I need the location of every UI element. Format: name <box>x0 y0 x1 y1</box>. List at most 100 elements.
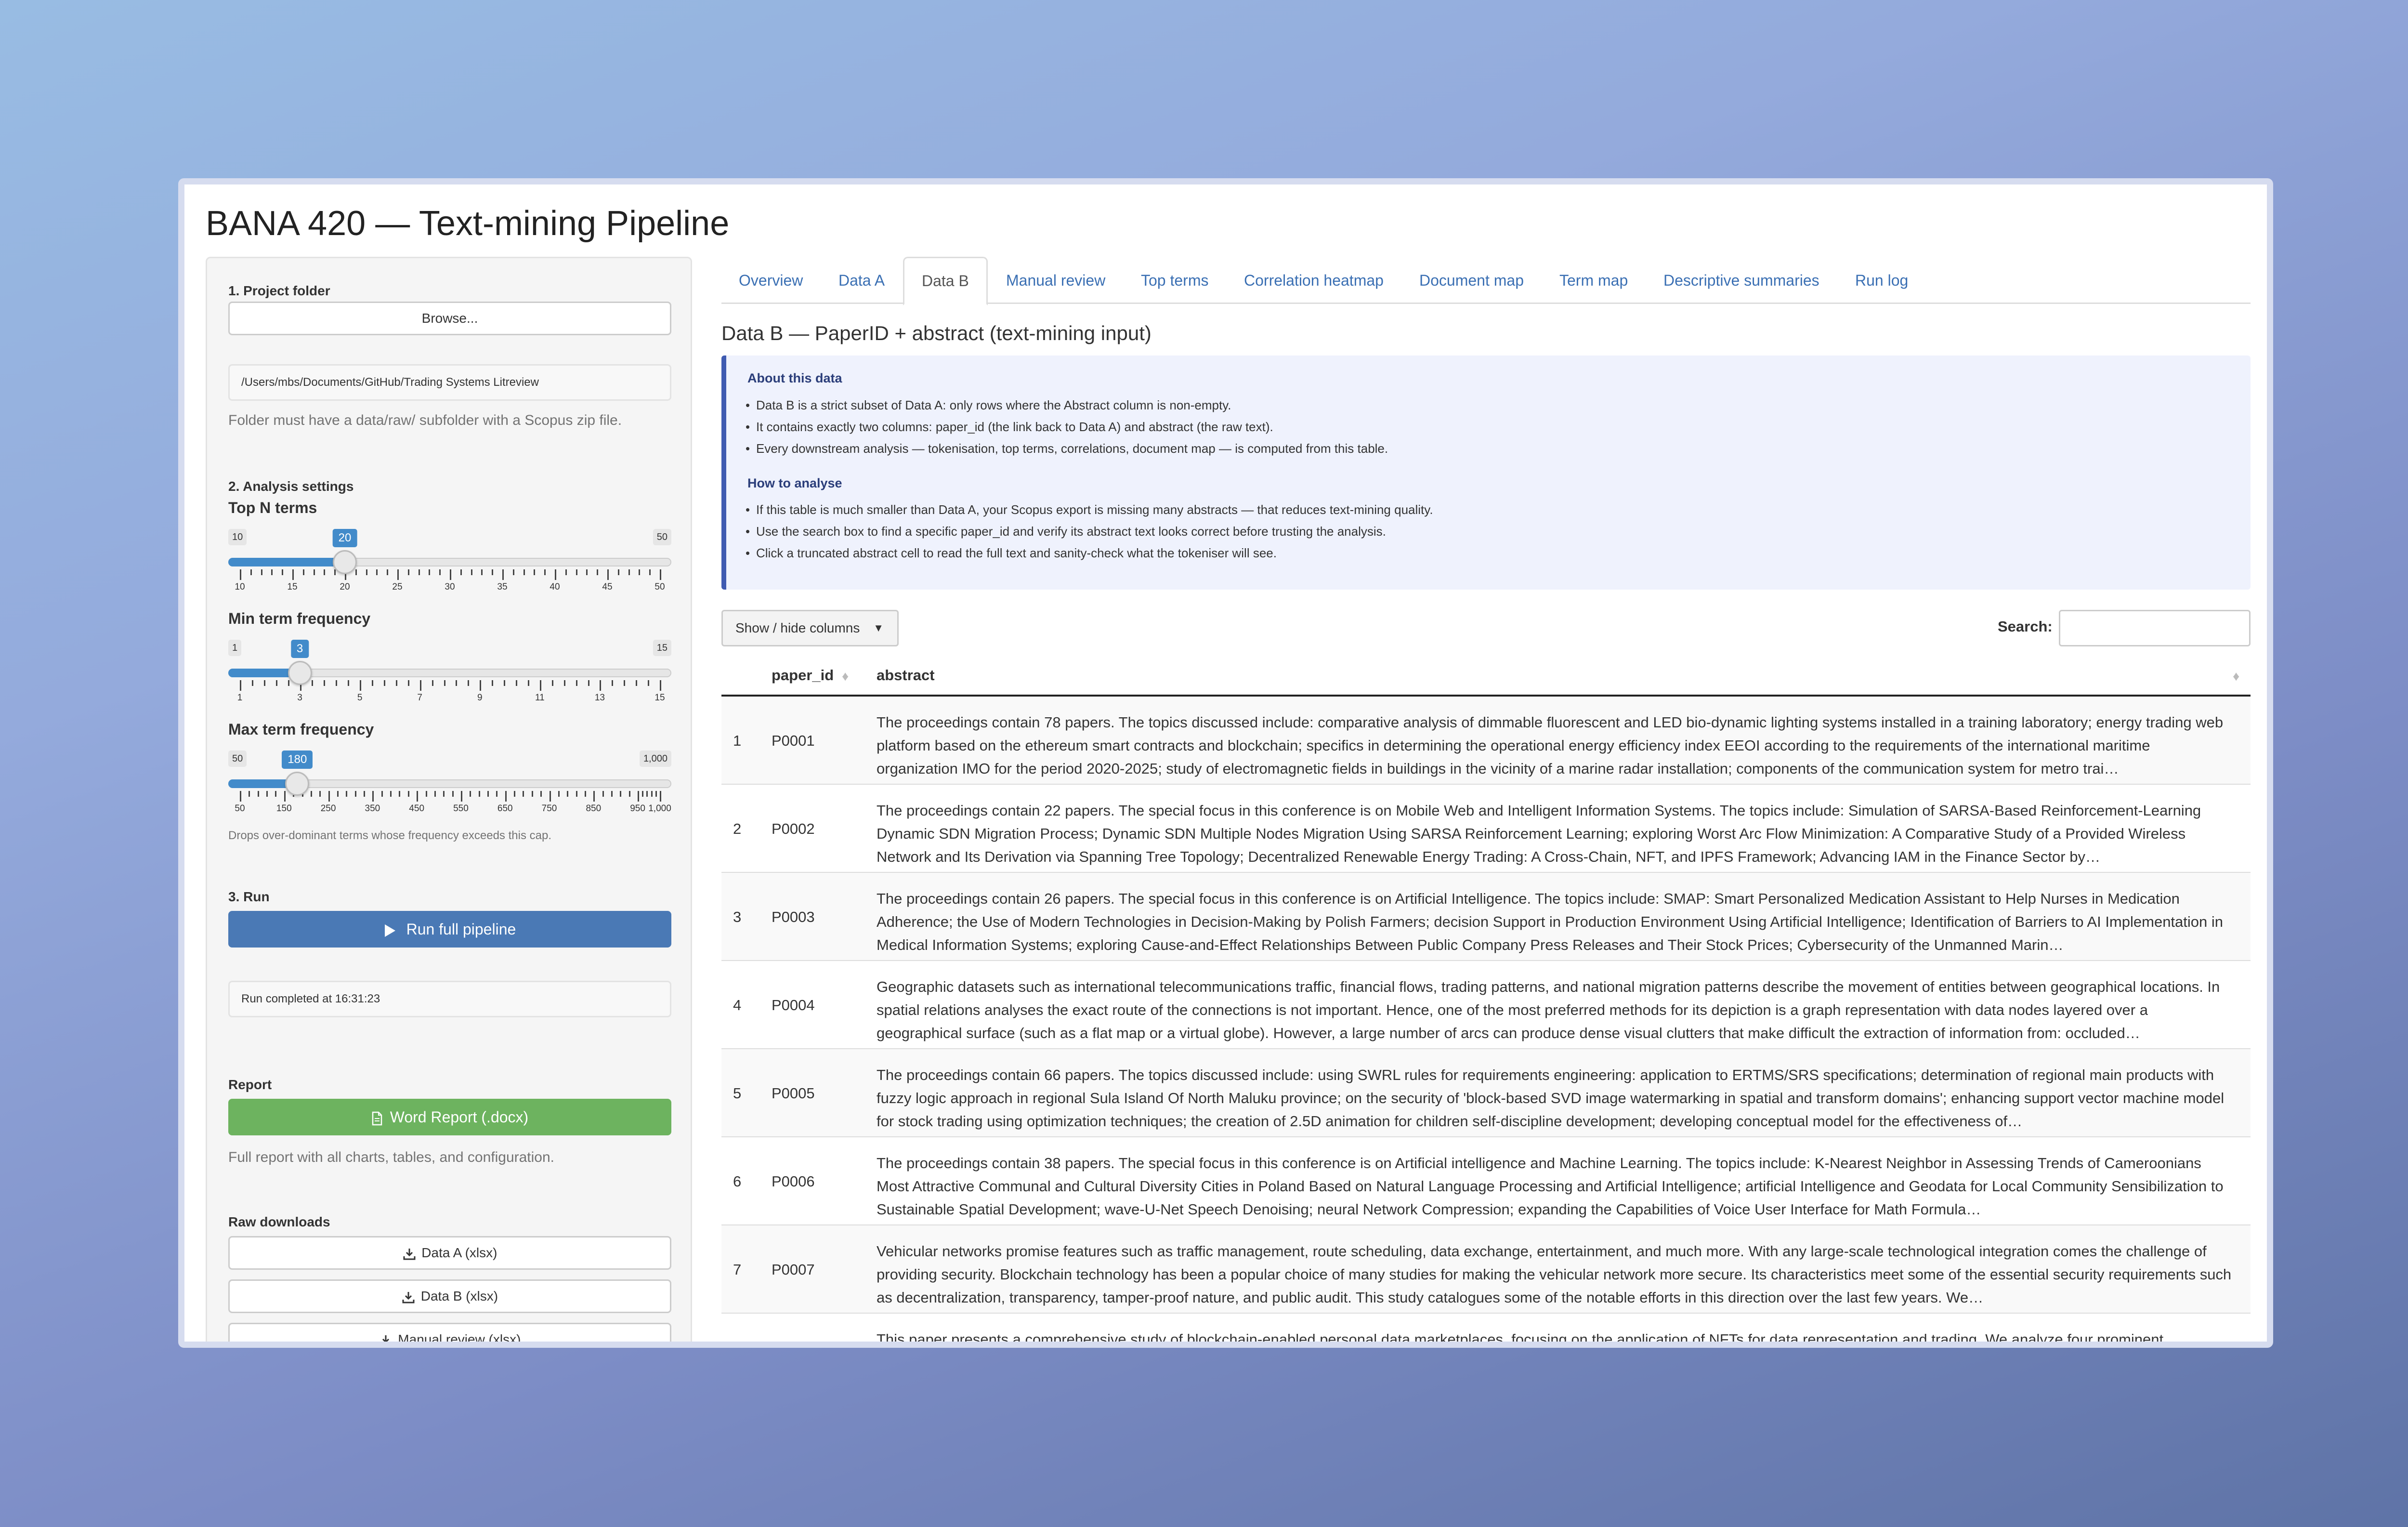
tab-term-map[interactable]: Term map <box>1542 257 1645 304</box>
table-row[interactable]: 5 P0005 The proceedings contain 66 papers.… <box>721 1049 2251 1137</box>
abstract-cell[interactable]: Vehicular networks promise features such… <box>877 1240 2235 1309</box>
data-b-title: Data B — PaperID + abstract (text-mining… <box>721 322 1152 344</box>
slider-minor-tick <box>651 791 653 797</box>
run-pipeline-button[interactable]: Run full pipeline <box>228 911 671 948</box>
slider-minor-tick <box>544 569 546 575</box>
slider-minor-tick <box>567 791 569 797</box>
slider-minor-tick <box>468 680 470 686</box>
column-visibility-label: Show / hide columns <box>735 620 860 635</box>
slider-tick-label: 25 <box>392 582 403 592</box>
slider-minor-tick <box>337 791 339 797</box>
table-row[interactable]: 2 P0002 The proceedings contain 22 papers.… <box>721 785 2251 873</box>
slider-minor-tick <box>470 791 471 797</box>
slider-value-label: 3 <box>290 640 309 658</box>
slider-minor-tick <box>372 680 374 686</box>
slider-tick <box>549 791 551 802</box>
abstract-cell[interactable]: The proceedings contain 78 papers. The t… <box>877 711 2235 780</box>
slider-handle[interactable] <box>288 661 312 685</box>
slider-minor-tick <box>586 569 588 575</box>
table-row[interactable]: 3 P0003 The proceedings contain 26 papers.… <box>721 873 2251 961</box>
slider-tick-label: 11 <box>535 693 545 703</box>
raw-downloads-label: Raw downloads <box>228 1214 330 1229</box>
search-label: Search: <box>1998 618 2053 635</box>
slider-handle[interactable] <box>333 550 357 574</box>
row-number: 7 <box>733 1261 742 1278</box>
slider-minor-tick <box>324 680 326 686</box>
slider-minor-tick <box>576 791 577 797</box>
slider-minor-tick <box>429 569 431 575</box>
slider-minor-tick <box>395 680 397 686</box>
main-panel: Overview Data A Data B Manual review Top ter… <box>721 257 2251 1342</box>
slider-minor-tick <box>563 680 565 686</box>
column-visibility-button[interactable]: Show / hide columns ▼ <box>721 610 899 646</box>
word-report-button[interactable]: Word Report (.docx) <box>228 1099 671 1135</box>
slider-tick <box>372 791 374 802</box>
table-row[interactable]: 7 P0007 Vehicular networks promise feature… <box>721 1225 2251 1314</box>
top-n-slider[interactable]: 10 50 20 10 15 20 25 30 35 40 45 50 <box>228 529 671 592</box>
tab-data-a[interactable]: Data A <box>821 257 902 304</box>
tab-descriptive-summaries[interactable]: Descriptive summaries <box>1646 257 1837 304</box>
tab-correlation-heatmap[interactable]: Correlation heatmap <box>1227 257 1401 304</box>
min-freq-slider[interactable]: 1 15 3 1 3 5 7 9 11 13 15 <box>228 640 671 703</box>
download-manual-review-button[interactable]: Manual review (xlsx) <box>228 1323 671 1342</box>
row-number: 2 <box>733 820 742 837</box>
slider-minor-tick <box>434 791 436 797</box>
max-freq-slider[interactable]: 50 1,000 180 50 150 250 350 450 550 650 750 850 950 1… <box>228 750 671 814</box>
slider-handle[interactable] <box>285 772 310 796</box>
slider-minor-tick <box>432 680 433 686</box>
sort-icon[interactable]: ♦ <box>842 669 849 684</box>
slider-max-label: 15 <box>653 640 671 656</box>
abstract-cell[interactable]: This paper presents a comprehensive stud… <box>877 1328 2235 1342</box>
tab-top-terms[interactable]: Top terms <box>1124 257 1226 304</box>
slider-minor-tick <box>527 680 529 686</box>
table-row[interactable]: 4 P0004 Geographic datasets such as intern… <box>721 961 2251 1049</box>
tab-run-log[interactable]: Run log <box>1838 257 1925 304</box>
slider-tick <box>397 569 399 580</box>
abstract-cell[interactable]: The proceedings contain 38 papers. The s… <box>877 1152 2235 1221</box>
abstract-cell[interactable]: Geographic datasets such as internationa… <box>877 975 2235 1045</box>
slider-minor-tick <box>478 791 480 797</box>
howto-item: Use the search box to find a specific pa… <box>746 524 1386 539</box>
slider-tick <box>292 569 294 580</box>
table-row[interactable]: 1 P0001 The proceedings contain 78 papers.… <box>721 697 2251 785</box>
abstract-cell[interactable]: The proceedings contain 26 papers. The s… <box>877 887 2235 957</box>
download-data-b-button[interactable]: Data B (xlsx) <box>228 1279 671 1313</box>
slider-tick <box>450 569 451 580</box>
about-item: Every downstream analysis — tokenisation… <box>746 441 1388 456</box>
howto-heading: How to analyse <box>747 476 842 490</box>
sort-icon[interactable]: ♦ <box>2233 669 2239 684</box>
slider-tick-label: 15 <box>287 582 298 592</box>
project-folder-help: Folder must have a data/raw/ subfolder w… <box>228 412 622 428</box>
slider-tick-label: 50 <box>654 582 665 592</box>
tab-overview[interactable]: Overview <box>721 257 820 304</box>
tab-data-b[interactable]: Data B <box>903 257 988 305</box>
slider-tick <box>460 791 462 802</box>
abstract-cell[interactable]: The proceedings contain 22 papers. The s… <box>877 799 2235 869</box>
slider-tick-label: 7 <box>417 693 422 703</box>
download-data-a-button[interactable]: Data A (xlsx) <box>228 1236 671 1270</box>
slider-minor-tick <box>425 791 427 797</box>
slider-minor-tick <box>261 569 262 575</box>
slider-tick <box>505 791 507 802</box>
about-item: It contains exactly two columns: paper_i… <box>746 420 1273 434</box>
slider-minor-tick <box>407 791 409 797</box>
slider-minor-tick <box>512 569 514 575</box>
slider-minor-tick <box>364 791 365 797</box>
slider-tick-label: 1,000 <box>648 803 671 814</box>
search-input[interactable] <box>2059 610 2251 646</box>
tab-manual-review[interactable]: Manual review <box>989 257 1123 304</box>
caret-down-icon: ▼ <box>873 622 884 634</box>
row-number: 1 <box>733 732 742 749</box>
slider-tick <box>328 791 330 802</box>
abstract-cell[interactable]: The proceedings contain 66 papers. The t… <box>877 1064 2235 1133</box>
column-header-paper-id[interactable]: paper_id <box>772 667 834 684</box>
slider-minor-tick <box>642 791 644 797</box>
slider-tick <box>240 680 241 691</box>
paper-id-cell: P0007 <box>772 1261 815 1278</box>
browse-button[interactable]: Browse... <box>228 302 671 335</box>
table-row[interactable]: This paper presents a comprehensive stud… <box>721 1314 2251 1342</box>
column-header-abstract[interactable]: abstract <box>877 667 935 684</box>
tab-document-map[interactable]: Document map <box>1402 257 1541 304</box>
table-row[interactable]: 6 P0006 The proceedings contain 38 papers.… <box>721 1137 2251 1225</box>
row-number: 5 <box>733 1085 742 1102</box>
